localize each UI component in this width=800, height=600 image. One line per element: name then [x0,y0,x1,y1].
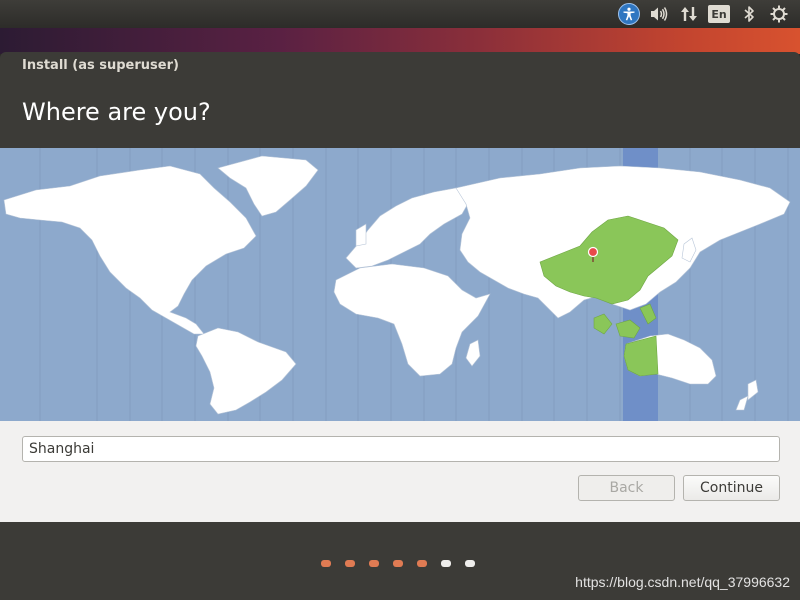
network-menu[interactable] [674,0,704,28]
network-updown-icon [681,7,697,21]
content-area: Back Continue [0,148,800,522]
progress-dot [441,560,451,567]
desktop-wallpaper [0,28,800,54]
window-title: Install (as superuser) [22,58,179,73]
progress-dot [417,560,427,567]
location-input[interactable] [22,436,780,462]
speaker-volume-icon [651,7,668,21]
progress-dot [465,560,475,567]
top-panel: En [0,0,800,28]
watermark-text: https://blog.csdn.net/qq_37996632 [575,574,790,590]
page-header: Where are you? [0,80,800,148]
progress-indicator [0,560,800,567]
progress-dot [369,560,379,567]
language-indicator: En [708,5,730,23]
continue-button[interactable]: Continue [683,475,780,501]
progress-dot [393,560,403,567]
system-menu[interactable] [764,0,794,28]
progress-dot [321,560,331,567]
installer-window: Install (as superuser) Where are you? Sh… [0,52,800,600]
continent-south-america [195,327,297,415]
keyboard-language-menu[interactable]: En [704,0,734,28]
bluetooth-menu[interactable] [734,0,764,28]
gear-icon [770,5,788,23]
page-title: Where are you? [22,98,211,126]
volume-menu[interactable] [644,0,674,28]
bluetooth-icon [744,6,754,22]
accessibility-icon [618,3,640,25]
accessibility-menu[interactable] [614,0,644,28]
back-button[interactable]: Back [578,475,675,501]
progress-dot [345,560,355,567]
timezone-map[interactable] [0,148,800,421]
